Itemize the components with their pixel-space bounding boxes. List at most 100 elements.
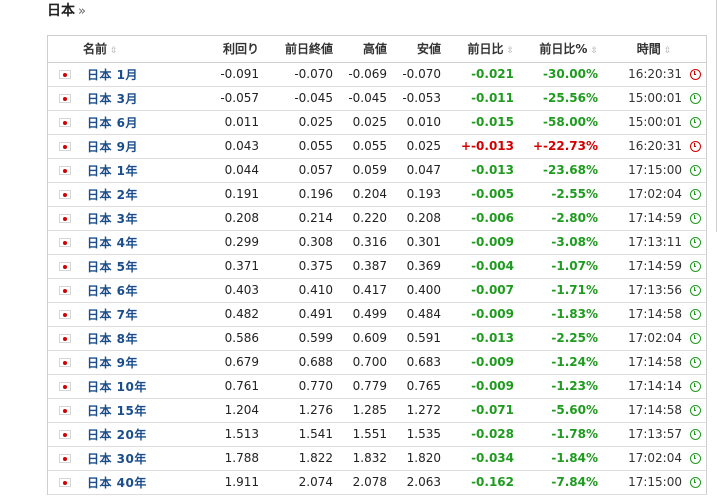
low-cell: 0.208: [406, 211, 441, 225]
table-row[interactable]: 日本 20年 1.513 1.541 1.551 1.535 -0.028 -1.78% 17…: [48, 422, 706, 446]
bond-name-link[interactable]: 日本 8年: [87, 332, 138, 346]
col-header-name[interactable]: 名前 ⇳: [48, 36, 189, 63]
change-cell: +-0.013: [461, 139, 514, 153]
yield-cell: 1.788: [224, 451, 259, 465]
change-cell: -0.009: [471, 355, 514, 369]
yield-cell: 1.204: [224, 403, 259, 417]
col-header-change-pct[interactable]: 前日比% ⇳: [518, 36, 602, 63]
clock-open-icon: [689, 309, 701, 320]
table-row[interactable]: 日本 30年 1.788 1.822 1.832 1.820 -0.034 -1.84% 17…: [48, 446, 706, 470]
bond-name-cell: 日本 5年: [81, 254, 189, 278]
time-cell: 17:14:59: [628, 211, 682, 225]
table-row[interactable]: 日本 1月 -0.091 -0.070 -0.069 -0.070 -0.021 -30.0…: [48, 62, 706, 86]
col-header-change[interactable]: 前日比 ⇳: [445, 36, 518, 63]
japan-flag-icon: [58, 70, 71, 79]
table-row[interactable]: 日本 6年 0.403 0.410 0.417 0.400 -0.007 -1.71% 17:…: [48, 278, 706, 302]
bond-name-cell: 日本 6月: [81, 110, 189, 134]
high-cell: 1.832: [352, 451, 387, 465]
clock-closed-icon: [689, 69, 701, 80]
bond-name-link[interactable]: 日本 3月: [87, 92, 138, 106]
bond-name-link[interactable]: 日本 9年: [87, 356, 138, 370]
col-header-prev-close[interactable]: 前日終値: [263, 36, 337, 63]
bond-name-link[interactable]: 日本 3年: [87, 212, 138, 226]
flag-cell: [48, 62, 81, 86]
prev-close-cell: 0.410: [298, 283, 333, 297]
bond-name-link[interactable]: 日本 7年: [87, 308, 138, 322]
yield-cell: -0.091: [220, 67, 259, 81]
bond-name-link[interactable]: 日本 6月: [87, 116, 138, 130]
col-header-high[interactable]: 高値: [337, 36, 391, 63]
bond-yield-table: 名前 ⇳ 利回り 前日終値 高値 安値 前日比 ⇳ 前日比% ⇳ 時間 ⇳ 日本 1月 -…: [48, 36, 706, 495]
prev-close-cell: 0.491: [298, 307, 333, 321]
bond-name-link[interactable]: 日本 4年: [87, 236, 138, 250]
bond-name-cell: 日本 4年: [81, 230, 189, 254]
table-row[interactable]: 日本 3月 -0.057 -0.045 -0.045 -0.053 -0.011 -25.5…: [48, 86, 706, 110]
high-cell: 0.700: [352, 355, 387, 369]
flag-cell: [48, 326, 81, 350]
bond-name-cell: 日本 20年: [81, 422, 189, 446]
table-row[interactable]: 日本 8年 0.586 0.599 0.609 0.591 -0.013 -2.25% 17:…: [48, 326, 706, 350]
time-cell: 16:20:31: [628, 67, 682, 81]
time-cell: 17:14:58: [628, 307, 682, 321]
col-header-time[interactable]: 時間 ⇳: [602, 36, 706, 63]
bond-name-link[interactable]: 日本 9月: [87, 140, 138, 154]
high-cell: -0.045: [348, 91, 387, 105]
col-header-yield[interactable]: 利回り: [189, 36, 263, 63]
change-cell: -0.021: [471, 67, 514, 81]
change-cell: -0.007: [471, 283, 514, 297]
bond-name-link[interactable]: 日本 1月: [87, 68, 138, 82]
bond-name-link[interactable]: 日本 20年: [87, 428, 147, 442]
clock-closed-icon: [689, 141, 701, 152]
high-cell: 0.204: [352, 187, 387, 201]
clock-open-icon: [689, 477, 701, 488]
yield-cell: 1.911: [224, 475, 259, 489]
yield-cell: 0.403: [224, 283, 259, 297]
flag-cell: [48, 350, 81, 374]
clock-open-icon: [689, 285, 701, 296]
bond-name-link[interactable]: 日本 2年: [87, 188, 138, 202]
table-row[interactable]: 日本 15年 1.204 1.276 1.285 1.272 -0.071 -5.60% 17…: [48, 398, 706, 422]
flag-cell: [48, 254, 81, 278]
japan-flag-icon: [58, 310, 71, 319]
bond-name-link[interactable]: 日本 10年: [87, 380, 147, 394]
time-cell: 17:13:56: [628, 283, 682, 297]
bond-name-link[interactable]: 日本 30年: [87, 452, 147, 466]
japan-flag-icon: [58, 118, 71, 127]
time-cell: 16:20:31: [628, 139, 682, 153]
japan-flag-icon: [58, 430, 71, 439]
bond-name-link[interactable]: 日本 40年: [87, 476, 147, 490]
sort-icon: ⇳: [110, 46, 118, 57]
table-row[interactable]: 日本 9年 0.679 0.688 0.700 0.683 -0.009 -1.24% 17:…: [48, 350, 706, 374]
bond-name-link[interactable]: 日本 15年: [87, 404, 147, 418]
bond-name-link[interactable]: 日本 1年: [87, 164, 138, 178]
flag-cell: [48, 134, 81, 158]
table-row[interactable]: 日本 40年 1.911 2.074 2.078 2.063 -0.162 -7.84% 17…: [48, 470, 706, 494]
clock-open-icon: [689, 429, 701, 440]
table-row[interactable]: 日本 7年 0.482 0.491 0.499 0.484 -0.009 -1.83% 17:…: [48, 302, 706, 326]
low-cell: 1.820: [406, 451, 441, 465]
bond-name-link[interactable]: 日本 6年: [87, 284, 138, 298]
table-row[interactable]: 日本 4年 0.299 0.308 0.316 0.301 -0.009 -3.08% 17:…: [48, 230, 706, 254]
bond-name-link[interactable]: 日本 5年: [87, 260, 138, 274]
change-pct-cell: -1.23%: [551, 379, 598, 393]
time-cell: 17:13:11: [628, 235, 682, 249]
table-row[interactable]: 日本 10年 0.761 0.770 0.779 0.765 -0.009 -1.23% 17…: [48, 374, 706, 398]
prev-close-cell: 0.025: [298, 115, 333, 129]
change-cell: -0.034: [471, 451, 514, 465]
sort-icon: ⇳: [506, 46, 514, 57]
table-row[interactable]: 日本 9月 0.043 0.055 0.055 0.025 +-0.013 +-22.73%…: [48, 134, 706, 158]
table-row[interactable]: 日本 1年 0.044 0.057 0.059 0.047 -0.013 -23.68% 17…: [48, 158, 706, 182]
page-title-text: 日本: [47, 3, 75, 19]
col-header-low[interactable]: 安値: [391, 36, 445, 63]
japan-flag-icon: [58, 478, 71, 487]
table-body: 日本 1月 -0.091 -0.070 -0.069 -0.070 -0.021 -30.0…: [48, 62, 706, 494]
table-row[interactable]: 日本 5年 0.371 0.375 0.387 0.369 -0.004 -1.07% 17:…: [48, 254, 706, 278]
high-cell: 1.551: [352, 427, 387, 441]
table-row[interactable]: 日本 6月 0.011 0.025 0.025 0.010 -0.015 -58.00% 15…: [48, 110, 706, 134]
change-pct-cell: -25.56%: [543, 91, 598, 105]
clock-open-icon: [689, 357, 701, 368]
change-pct-cell: -1.83%: [551, 307, 598, 321]
change-pct-cell: -1.84%: [551, 451, 598, 465]
table-row[interactable]: 日本 3年 0.208 0.214 0.220 0.208 -0.006 -2.80% 17:…: [48, 206, 706, 230]
table-row[interactable]: 日本 2年 0.191 0.196 0.204 0.193 -0.005 -2.55% 17:…: [48, 182, 706, 206]
